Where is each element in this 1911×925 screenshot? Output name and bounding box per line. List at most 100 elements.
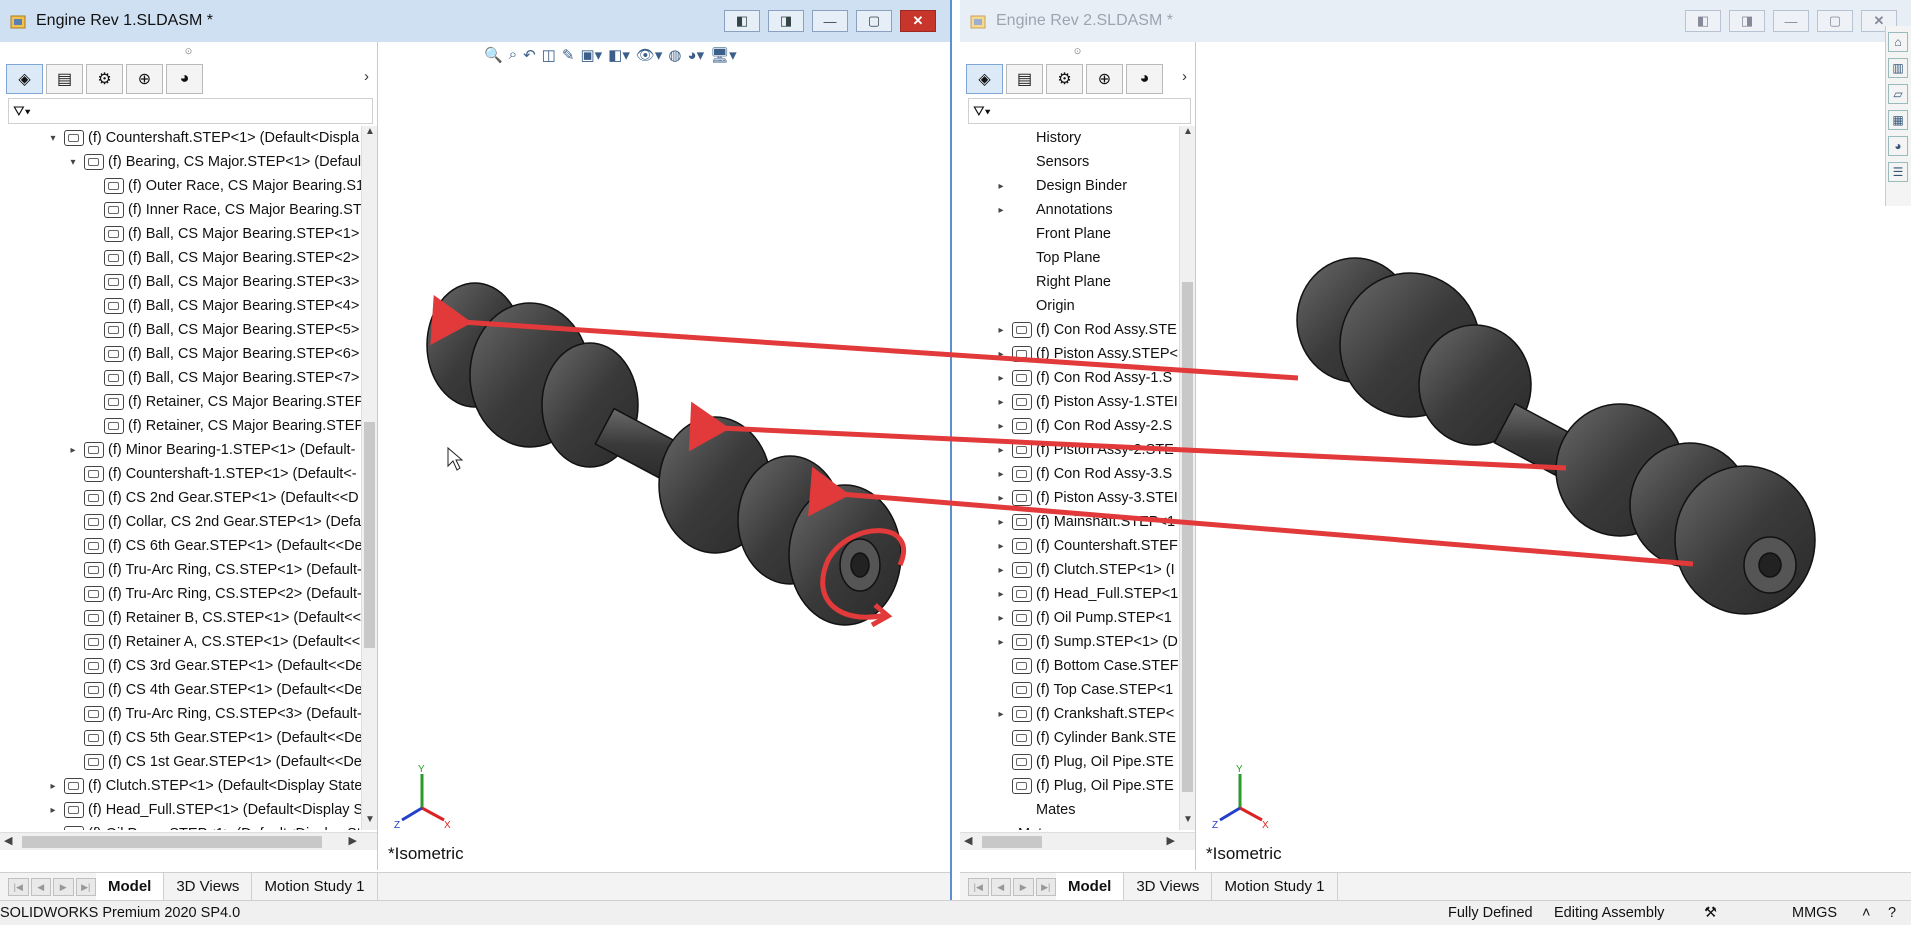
scroll-down-icon[interactable]: ▼ (362, 814, 378, 830)
tree-item[interactable]: Sensors (994, 150, 1089, 174)
home-icon[interactable]: ⌂ (1888, 32, 1908, 52)
custom-properties-icon[interactable]: ☰ (1888, 162, 1908, 182)
expand-chevron-icon[interactable]: ▸ (994, 469, 1008, 480)
tree-item[interactable]: (f) Ball, CS Major Bearing.STEP<6> (86, 342, 359, 366)
expand-chevron-icon[interactable]: ▸ (994, 709, 1008, 720)
tree-item[interactable]: (f) Tru-Arc Ring, CS.STEP<2> (Default- (66, 582, 361, 606)
tree-item[interactable]: ▸ (f) Clutch.STEP<1> (Default<Display Sta… (46, 774, 361, 798)
tree-item[interactable]: ▸ (f) Crankshaft.STEP< (994, 702, 1174, 726)
funnel-icon[interactable]: ⛛▾ (973, 103, 991, 120)
tree-item[interactable]: ▸ (f) Head_Full.STEP<1 (994, 582, 1178, 606)
scroll-up-icon[interactable]: ▲ (362, 126, 378, 142)
tree-item[interactable]: ▸ (f) Clutch.STEP<1> (I (994, 558, 1175, 582)
expand-chevron-icon[interactable]: ▸ (46, 829, 60, 831)
property-manager-icon[interactable]: ▤ (1006, 64, 1043, 94)
chevron-right-icon[interactable]: › (1182, 68, 1187, 85)
tree-item[interactable]: (f) CS 3rd Gear.STEP<1> (Default<<De (66, 654, 361, 678)
zoom-to-fit-icon[interactable]: 🔍 (484, 46, 503, 64)
dimxpert-icon[interactable]: ⊕ (126, 64, 163, 94)
graphics-area[interactable]: Y X Z *Isometric (1196, 42, 1911, 870)
hscroll-thumb[interactable] (22, 836, 322, 848)
display-manager-icon[interactable]: ◕ (1126, 64, 1163, 94)
tree-item[interactable]: (f) Cylinder Bank.STE (994, 726, 1176, 750)
expand-chevron-icon[interactable]: ▸ (994, 493, 1008, 504)
tree-item[interactable]: (f) CS 5th Gear.STEP<1> (Default<<De (66, 726, 361, 750)
tile-right-icon[interactable]: ◨ (768, 10, 804, 32)
view-palette-icon[interactable]: ▦ (1888, 110, 1908, 130)
tree-item[interactable]: (f) Retainer B, CS.STEP<1> (Default<< (66, 606, 361, 630)
tree-item[interactable]: (f) Inner Race, CS Major Bearing.ST (86, 198, 361, 222)
expand-chevron-icon[interactable]: ▸ (994, 541, 1008, 552)
expand-chevron-icon[interactable]: ▸ (994, 613, 1008, 624)
tab-3d-views[interactable]: 3D Views (164, 872, 253, 901)
config-manager-icon[interactable]: ⚙ (1046, 64, 1083, 94)
property-manager-icon[interactable]: ▤ (46, 64, 83, 94)
display-manager-icon[interactable]: ◕ (166, 64, 203, 94)
expand-chevron-icon[interactable]: ▸ (994, 181, 1008, 192)
file-explorer-icon[interactable]: ▱ (1888, 84, 1908, 104)
expand-chevron-icon[interactable]: ▾ (66, 157, 80, 168)
expand-chevron-icon[interactable]: ▸ (994, 445, 1008, 456)
tab-3d-views[interactable]: 3D Views (1124, 872, 1213, 901)
tree-item[interactable]: (f) CS 4th Gear.STEP<1> (Default<<De (66, 678, 361, 702)
minimize-button[interactable]: — (1773, 10, 1809, 32)
appearances-icon[interactable]: ◕ (1888, 136, 1908, 156)
tree-item[interactable]: (f) CS 2nd Gear.STEP<1> (Default<<D (66, 486, 359, 510)
section-view-icon[interactable]: ◫ (542, 46, 556, 64)
tree-item[interactable]: (f) Retainer, CS Major Bearing.STEP (86, 390, 361, 414)
tree-item[interactable]: (f) Bottom Case.STEF (994, 654, 1179, 678)
scroll-thumb[interactable] (364, 422, 375, 648)
tab-motion-study[interactable]: Motion Study 1 (1212, 872, 1338, 901)
close-button[interactable]: ✕ (900, 10, 936, 32)
edit-appearance-icon[interactable]: ◍ (668, 46, 681, 64)
expand-chevron-icon[interactable]: ▸ (994, 397, 1008, 408)
expand-chevron-icon[interactable]: ▾ (46, 133, 60, 144)
zoom-area-icon[interactable]: ⌕ (509, 46, 517, 64)
expand-chevron-icon[interactable]: ▸ (46, 781, 60, 792)
tree-item[interactable]: (f) Plug, Oil Pipe.STE (994, 750, 1174, 774)
tree-item[interactable]: (f) Outer Race, CS Major Bearing.S1 (86, 174, 361, 198)
tree-item[interactable]: (f) CS 1st Gear.STEP<1> (Default<<De (66, 750, 361, 774)
design-library-icon[interactable]: ▥ (1888, 58, 1908, 78)
dimxpert-icon[interactable]: ⊕ (1086, 64, 1123, 94)
graphics-area[interactable]: 🔍 ⌕ ↶ ◫ ✎ ▣▾ ◧▾ 👁▾ ◍ ◕▾ 🖥▾ Y X Z *Isomet… (378, 42, 950, 870)
dynamic-annotation-icon[interactable]: ✎ (562, 46, 575, 64)
tree-item[interactable]: Front Plane (994, 222, 1111, 246)
tree-item[interactable]: (f) Ball, CS Major Bearing.STEP<1> (86, 222, 359, 246)
chevron-right-icon[interactable]: › (364, 68, 369, 85)
panel-grip[interactable]: ⊙ (960, 46, 1195, 62)
tree-item[interactable]: Mates (994, 798, 1076, 822)
scroll-up-icon[interactable]: ▲ (1180, 126, 1196, 142)
tree-item[interactable]: (f) Retainer, CS Major Bearing.STEP (86, 414, 361, 438)
tree-item[interactable]: ▸ (f) Piston Assy-2.STE (994, 438, 1174, 462)
help-icon[interactable]: ? (1888, 905, 1896, 921)
expand-chevron-icon[interactable]: ▸ (994, 349, 1008, 360)
tree-item[interactable]: ▸ (f) Sump.STEP<1> (D (994, 630, 1178, 654)
expand-chevron-icon[interactable]: ▸ (994, 637, 1008, 648)
tree-item[interactable]: (f) Ball, CS Major Bearing.STEP<7> (86, 366, 359, 390)
maximize-button[interactable]: ▢ (856, 10, 892, 32)
feature-manager-icon[interactable]: ◈ (966, 64, 1003, 94)
tab-nav-arrows[interactable]: |◀ ◀ ▶ ▶| (968, 877, 1056, 896)
tree-item[interactable]: Mates (976, 822, 1058, 830)
tree-item[interactable]: (f) Ball, CS Major Bearing.STEP<5> (86, 318, 359, 342)
tree-item[interactable]: ▸ (f) Piston Assy-1.STEI (994, 390, 1178, 414)
scroll-left-icon[interactable]: ◀ (964, 834, 972, 847)
tree-item[interactable]: ▸ (f) Con Rod Assy-2.S (994, 414, 1172, 438)
tree-item[interactable]: (f) Retainer A, CS.STEP<1> (Default<< (66, 630, 360, 654)
tree-item[interactable]: (f) CS 6th Gear.STEP<1> (Default<<De (66, 534, 361, 558)
display-style-icon[interactable]: ◧▾ (608, 46, 630, 64)
tree-item[interactable]: ▸ (f) Con Rod Assy.STE (994, 318, 1177, 342)
expand-chevron-icon[interactable]: ▸ (994, 421, 1008, 432)
expand-chevron-icon[interactable]: ▸ (994, 205, 1008, 216)
feature-manager-icon[interactable]: ◈ (6, 64, 43, 94)
tab-model[interactable]: Model (96, 872, 165, 901)
tab-motion-study[interactable]: Motion Study 1 (252, 872, 378, 901)
hscroll-thumb[interactable] (982, 836, 1042, 848)
expand-chevron-icon[interactable]: ▸ (994, 325, 1008, 336)
tree-item[interactable]: (f) Top Case.STEP<1 (994, 678, 1173, 702)
tree-item[interactable]: (f) Plug, Oil Pipe.STE (994, 774, 1174, 798)
tree-item[interactable]: ▸ Annotations (994, 198, 1113, 222)
scroll-thumb[interactable] (1182, 282, 1193, 792)
tree-item[interactable]: Right Plane (994, 270, 1111, 294)
